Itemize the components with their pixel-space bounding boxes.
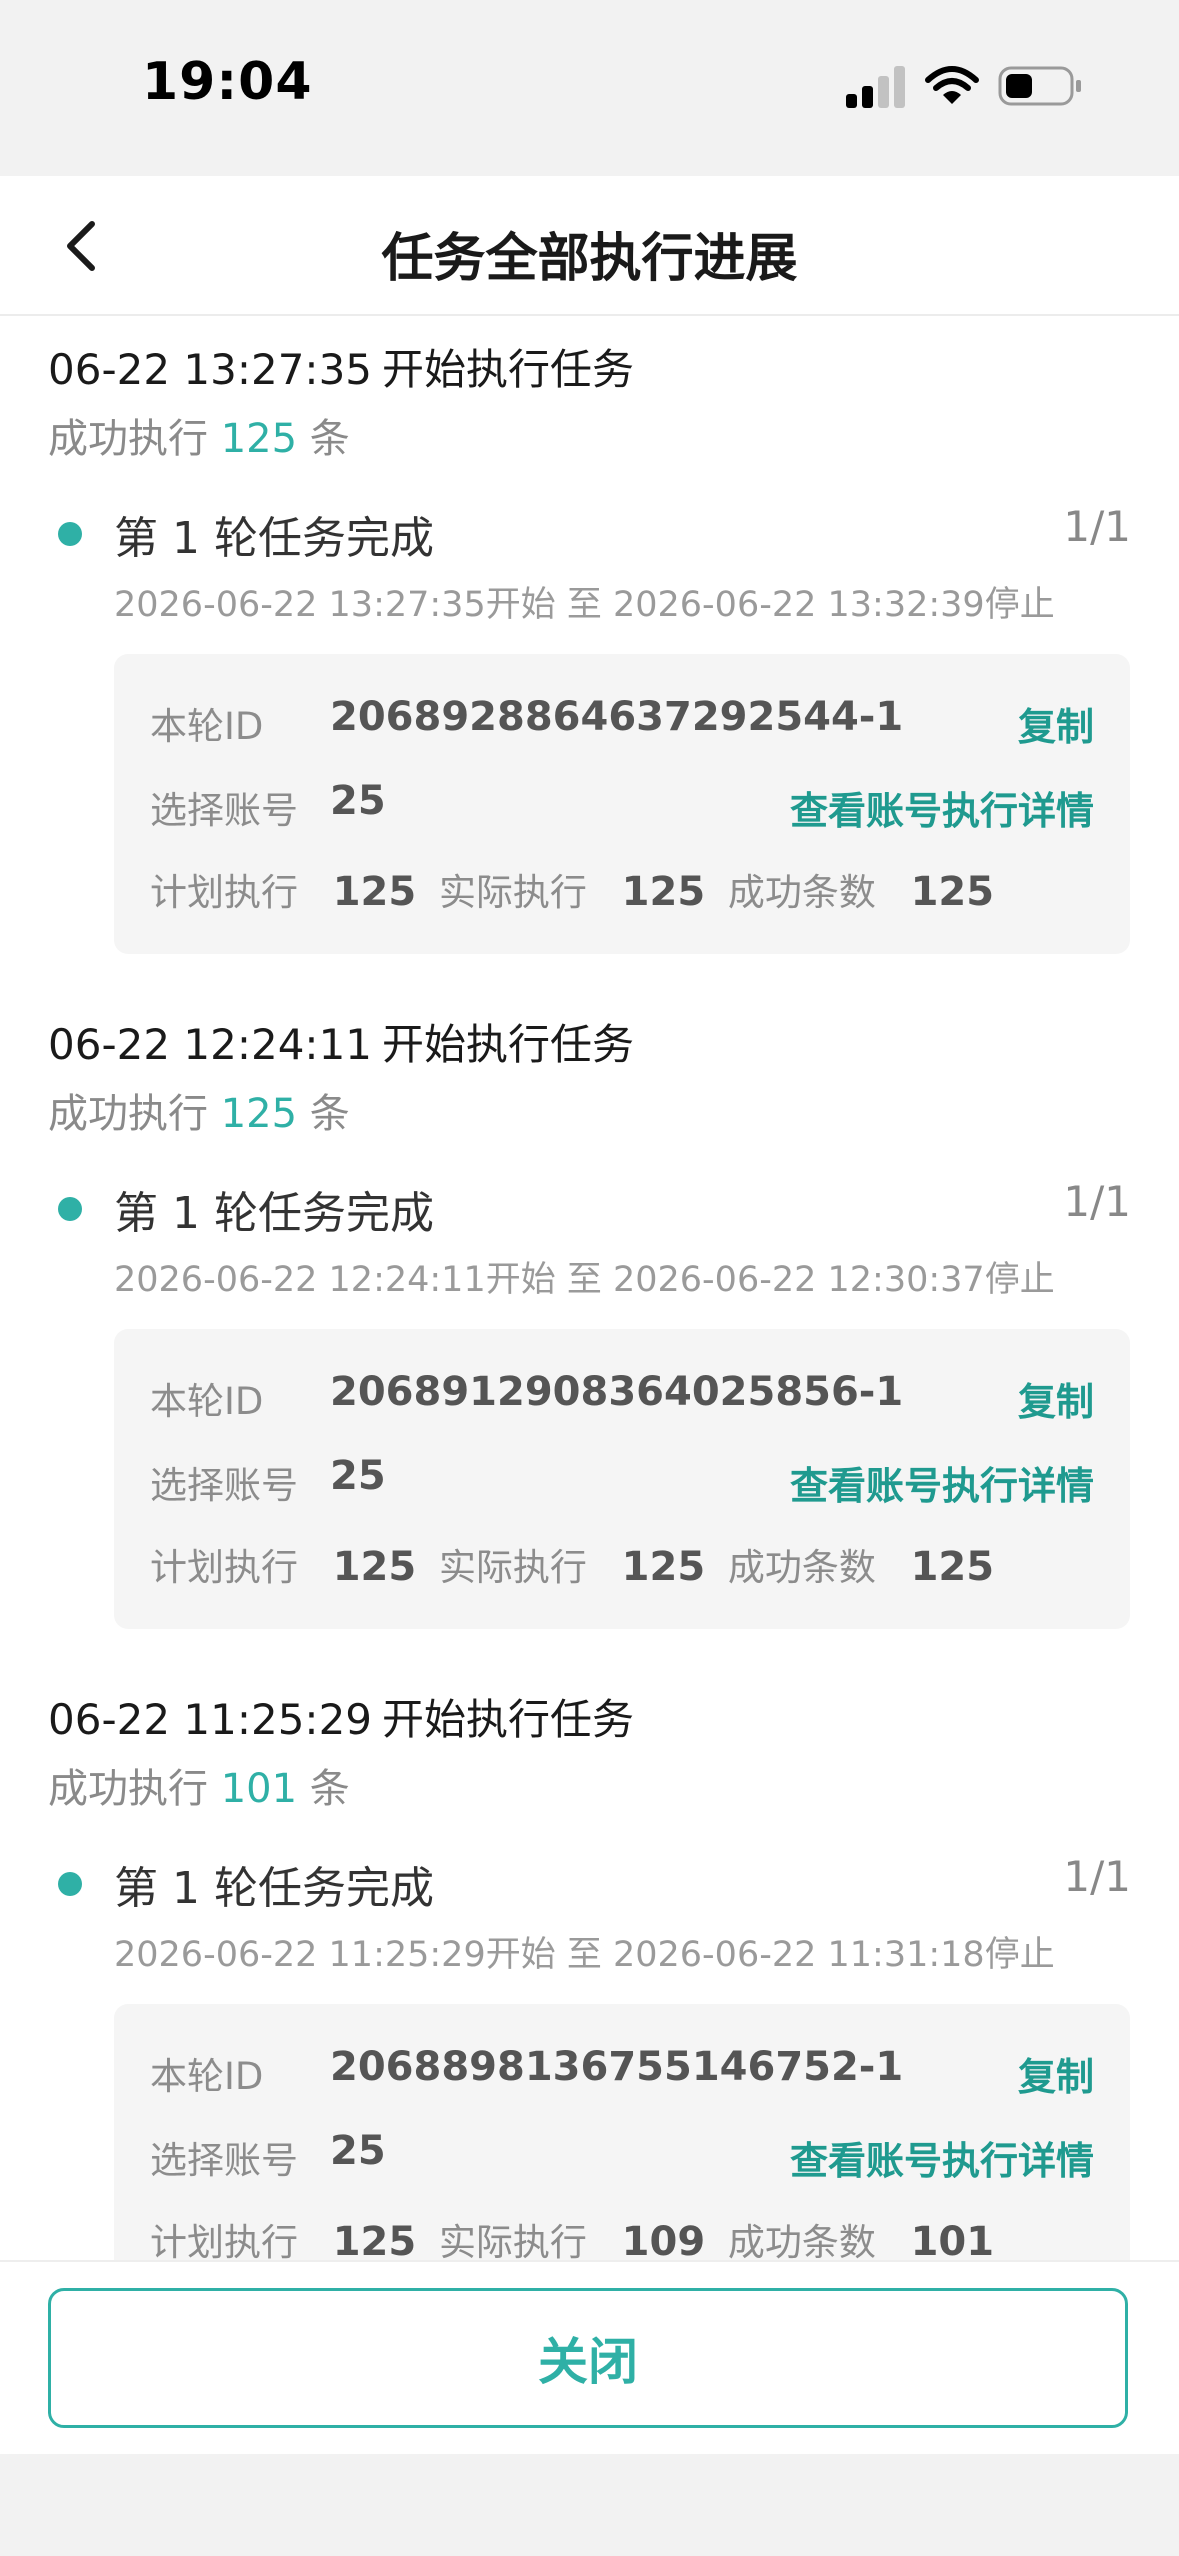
view-account-details-link[interactable]: 查看账号执行详情 <box>790 780 1094 835</box>
task-action-text: 开始执行任务 <box>382 1695 635 1744</box>
actual-value: 109 <box>621 2219 706 2260</box>
round-id-label: 本轮ID <box>150 2055 264 2098</box>
success-count: 101 <box>220 1766 298 1812</box>
navigation-header: 任务全部执行进展 <box>0 176 1179 316</box>
plan-value: 125 <box>332 2219 417 2260</box>
round-ratio: 1/1 <box>1063 1177 1131 1226</box>
round-id-value: 2068928864637292544-1 <box>330 694 904 740</box>
plan-label: 计划执行 <box>150 871 298 914</box>
task-action-text: 开始执行任务 <box>382 345 635 394</box>
task-start-heading: 06-22 13:27:35 开始执行任务 <box>48 336 634 397</box>
round-time-range: 2026-06-22 12:24:11开始 至 2026-06-22 12:30… <box>114 1260 1055 1300</box>
page-title: 任务全部执行进展 <box>381 229 798 289</box>
actual-label: 实际执行 <box>438 1546 587 1589</box>
account-label: 选择账号 <box>150 1464 298 1507</box>
round-id-row: 本轮ID 2068928864637292544-1 复制 <box>150 690 1094 750</box>
task-success-summary: 成功执行 125 条 <box>48 406 350 464</box>
task-start-time: 06-22 11:25:29 <box>48 1695 373 1744</box>
round-title: 第 1 轮任务完成 <box>114 1863 434 1914</box>
round-id-label: 本轮ID <box>150 705 264 748</box>
success-label: 成功条数 <box>727 871 876 914</box>
battery-icon <box>998 64 1084 108</box>
round-title: 第 1 轮任务完成 <box>114 513 434 564</box>
task-start-heading: 06-22 11:25:29 开始执行任务 <box>48 1686 634 1747</box>
round-time-range: 2026-06-22 11:25:29开始 至 2026-06-22 11:31… <box>114 1935 1055 1975</box>
account-value: 25 <box>330 1453 386 1499</box>
success-label: 成功条数 <box>727 1546 876 1589</box>
view-account-details-link[interactable]: 查看账号执行详情 <box>790 1455 1094 1510</box>
summary-prefix: 成功执行 <box>48 416 208 462</box>
round-status-dot-icon <box>58 522 82 546</box>
task-success-summary: 成功执行 125 条 <box>48 1081 350 1139</box>
account-row: 选择账号 25 查看账号执行详情 <box>150 2124 1094 2184</box>
plan-value: 125 <box>332 1544 417 1590</box>
actual-value: 125 <box>621 1544 706 1590</box>
task-item: 06-22 12:24:11 开始执行任务 成功执行 125 条 第 1 轮任务完… <box>0 991 1179 1666</box>
actual-label: 实际执行 <box>438 871 587 914</box>
account-row: 选择账号 25 查看账号执行详情 <box>150 774 1094 834</box>
round-status-dot-icon <box>58 1872 82 1896</box>
account-label: 选择账号 <box>150 789 298 832</box>
task-start-time: 06-22 12:24:11 <box>48 1020 373 1069</box>
round-id-label: 本轮ID <box>150 1380 264 1423</box>
round-ratio: 1/1 <box>1063 1852 1131 1901</box>
account-label: 选择账号 <box>150 2139 298 2182</box>
round-detail-card: 本轮ID 2068898136755146752-1 复制 选择账号 25 查看… <box>114 2004 1130 2260</box>
round-id-value: 2068912908364025856-1 <box>330 1369 904 1415</box>
success-value: 101 <box>910 2219 995 2260</box>
round-detail-card: 本轮ID 2068912908364025856-1 复制 选择账号 25 查看… <box>114 1329 1130 1629</box>
task-progress-list[interactable]: 06-22 13:27:35 开始执行任务 成功执行 125 条 第 1 轮任务完… <box>0 316 1179 2260</box>
status-time: 19:04 <box>142 52 313 112</box>
round-title: 第 1 轮任务完成 <box>114 1188 434 1239</box>
execution-stats-row: 计划执行 125 实际执行 125 成功条数 125 <box>150 1533 1094 1593</box>
round-id-value: 2068898136755146752-1 <box>330 2044 904 2090</box>
task-start-time: 06-22 13:27:35 <box>48 345 373 394</box>
summary-prefix: 成功执行 <box>48 1766 208 1812</box>
round-detail-card: 本轮ID 2068928864637292544-1 复制 选择账号 25 查看… <box>114 654 1130 954</box>
account-value: 25 <box>330 778 386 824</box>
copy-button[interactable]: 复制 <box>1018 696 1094 751</box>
success-count: 125 <box>220 416 298 462</box>
cellular-signal-icon <box>846 64 906 108</box>
wifi-icon <box>924 64 980 108</box>
bottom-action-bar: 关闭 <box>0 2260 1179 2454</box>
success-value: 125 <box>910 1544 995 1590</box>
close-button[interactable]: 关闭 <box>48 2288 1128 2428</box>
actual-value: 125 <box>621 869 706 915</box>
success-count: 125 <box>220 1091 298 1137</box>
plan-label: 计划执行 <box>150 1546 298 1589</box>
round-time-range: 2026-06-22 13:27:35开始 至 2026-06-22 13:32… <box>114 585 1055 625</box>
copy-button[interactable]: 复制 <box>1018 1371 1094 1426</box>
summary-suffix: 条 <box>309 1091 350 1137</box>
success-label: 成功条数 <box>727 2221 876 2260</box>
plan-value: 125 <box>332 869 417 915</box>
plan-label: 计划执行 <box>150 2221 298 2260</box>
summary-suffix: 条 <box>309 1766 350 1812</box>
task-item: 06-22 13:27:35 开始执行任务 成功执行 125 条 第 1 轮任务完… <box>0 316 1179 991</box>
task-start-heading: 06-22 12:24:11 开始执行任务 <box>48 1011 634 1072</box>
view-account-details-link[interactable]: 查看账号执行详情 <box>790 2130 1094 2185</box>
task-item: 06-22 11:25:29 开始执行任务 成功执行 101 条 第 1 轮任务完… <box>0 1666 1179 2260</box>
actual-label: 实际执行 <box>438 2221 587 2260</box>
round-id-row: 本轮ID 2068912908364025856-1 复制 <box>150 1365 1094 1425</box>
status-bar: 19:04 <box>0 0 1179 176</box>
execution-stats-row: 计划执行 125 实际执行 109 成功条数 101 <box>150 2208 1094 2260</box>
execution-stats-row: 计划执行 125 实际执行 125 成功条数 125 <box>150 858 1094 918</box>
summary-prefix: 成功执行 <box>48 1091 208 1137</box>
summary-suffix: 条 <box>309 416 350 462</box>
account-value: 25 <box>330 2128 386 2174</box>
round-id-row: 本轮ID 2068898136755146752-1 复制 <box>150 2040 1094 2100</box>
task-action-text: 开始执行任务 <box>382 1020 635 1069</box>
task-success-summary: 成功执行 101 条 <box>48 1756 350 1814</box>
round-status-dot-icon <box>58 1197 82 1221</box>
account-row: 选择账号 25 查看账号执行详情 <box>150 1449 1094 1509</box>
copy-button[interactable]: 复制 <box>1018 2046 1094 2101</box>
success-value: 125 <box>910 869 995 915</box>
round-ratio: 1/1 <box>1063 502 1131 551</box>
